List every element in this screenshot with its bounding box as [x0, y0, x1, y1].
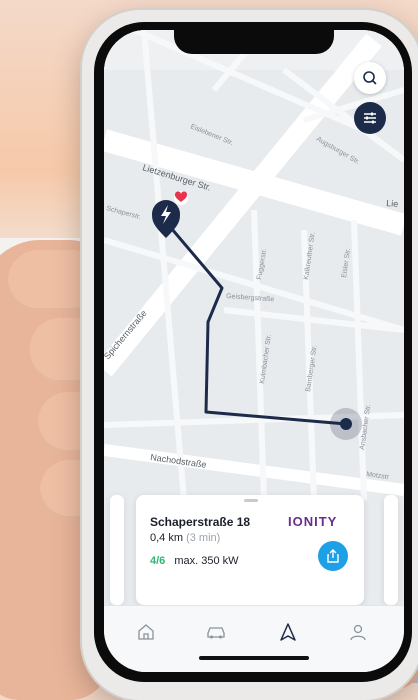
card-drag-handle[interactable]: [244, 499, 258, 502]
duration-value: (3 min): [186, 532, 221, 544]
distance-value: 0,4 km: [150, 532, 184, 544]
previous-station-card[interactable]: [110, 495, 124, 605]
sliders-icon: [364, 112, 376, 124]
home-icon: [138, 624, 154, 640]
search-icon: [363, 71, 377, 85]
station-distance: 0,4 km (3 min): [150, 532, 220, 544]
phone-notch: [174, 30, 334, 54]
filter-button[interactable]: [354, 102, 386, 134]
brand-logo: IONITY: [288, 514, 338, 529]
tab-profile[interactable]: [340, 614, 376, 650]
map-view[interactable]: Lietzenburger Str. Schaperstr. Geisbergs…: [104, 30, 404, 500]
tab-navigation[interactable]: [270, 614, 306, 650]
phone-screen: Lietzenburger Str. Schaperstr. Geisbergs…: [104, 30, 404, 672]
heart-icon: [174, 191, 188, 205]
location-dot-icon: [330, 408, 362, 440]
share-button[interactable]: [318, 541, 348, 571]
next-station-card[interactable]: [384, 495, 398, 605]
navigation-arrow-icon: [280, 623, 296, 641]
available-chargers: 4/6: [150, 555, 166, 567]
car-icon: [207, 627, 225, 639]
search-button[interactable]: [354, 62, 386, 94]
home-indicator[interactable]: [199, 656, 309, 660]
share-icon: [327, 549, 339, 563]
profile-icon: [350, 624, 366, 641]
station-availability: 4/6 max. 350 kW: [150, 555, 239, 567]
station-card[interactable]: Schaperstraße 18 0,4 km (3 min) 4/6 max.…: [136, 495, 364, 605]
max-power: max. 350 kW: [174, 555, 239, 567]
tab-vehicle[interactable]: [198, 614, 234, 650]
street-label: Lie: [386, 198, 399, 209]
station-name: Schaperstraße 18: [150, 515, 251, 529]
tab-home[interactable]: [128, 614, 164, 650]
tab-bar: [104, 605, 404, 672]
